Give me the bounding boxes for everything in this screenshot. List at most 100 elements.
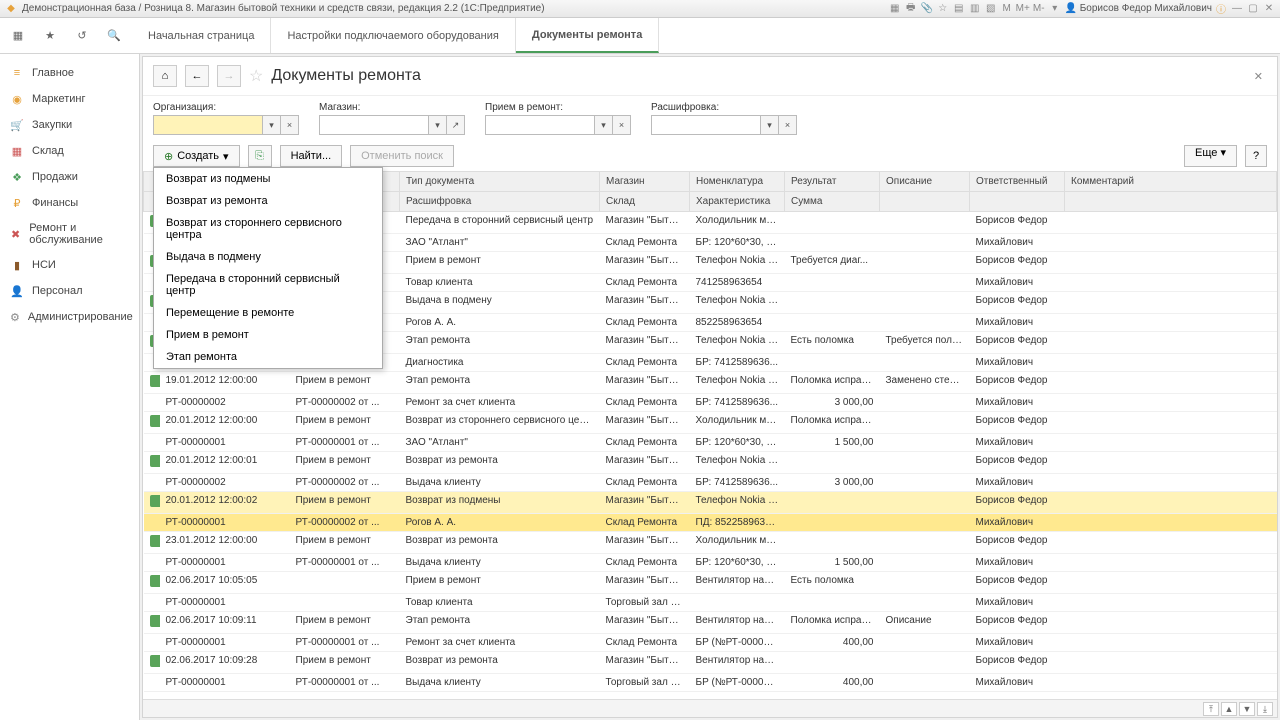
table-row[interactable]: РТ-00000001РТ-00000002 от ...Рогов А. А.…: [144, 514, 1277, 532]
filter-decode-dropdown[interactable]: ▾: [761, 115, 779, 135]
maximize-icon[interactable]: ▢: [1246, 2, 1260, 16]
sidebar-item-4[interactable]: ❖Продажи: [0, 164, 139, 190]
grid-icon[interactable]: ▦: [888, 2, 902, 16]
filter-intake-label: Прием в ремонт:: [485, 102, 631, 113]
dropdown-item-5[interactable]: Перемещение в ремонте: [154, 302, 382, 324]
filter-intake-dropdown[interactable]: ▾: [595, 115, 613, 135]
dropdown-item-0[interactable]: Возврат из подмены: [154, 168, 382, 190]
m-minus-icon[interactable]: M-: [1032, 2, 1046, 16]
sidebar-item-1[interactable]: ◉Маркетинг: [0, 86, 139, 112]
filter-org-clear[interactable]: ×: [281, 115, 299, 135]
sidebar-item-2[interactable]: 🛒Закупки: [0, 112, 139, 138]
filter-shop-dropdown[interactable]: ▾: [429, 115, 447, 135]
dropdown-item-2[interactable]: Возврат из стороннего сервисного центра: [154, 212, 382, 246]
favorite-icon[interactable]: ★: [36, 22, 64, 50]
apps-icon[interactable]: ▦: [4, 22, 32, 50]
col-header-1-5[interactable]: Характеристика: [690, 192, 785, 212]
table-row[interactable]: РТ-00000002РТ-00000002 от ...Выдача клие…: [144, 474, 1277, 492]
history-icon[interactable]: ↺: [68, 22, 96, 50]
table-row[interactable]: 20.01.2012 12:00:01Прием в ремонтВозврат…: [144, 452, 1277, 474]
table-row[interactable]: РТ-00000001РТ-00000001 от ...Выдача клие…: [144, 674, 1277, 692]
sidebar-item-8[interactable]: 👤Персонал: [0, 278, 139, 304]
table-row[interactable]: 20.01.2012 12:00:00Прием в ремонтВозврат…: [144, 412, 1277, 434]
col-header-0-8[interactable]: Ответственный: [970, 172, 1065, 192]
sidebar-item-0[interactable]: ≡Главное: [0, 60, 139, 86]
table-row[interactable]: РТ-00000001РТ-00000001 от ...Выдача клие…: [144, 554, 1277, 572]
cancel-search-button[interactable]: Отменить поиск: [350, 145, 454, 167]
calendar-icon[interactable]: ▧: [984, 2, 998, 16]
dropdown-item-7[interactable]: Этап ремонта: [154, 346, 382, 368]
close-panel-icon[interactable]: ✕: [1250, 70, 1267, 83]
table-row[interactable]: 02.06.2017 10:05:05Прием в ремонтМагазин…: [144, 572, 1277, 594]
col-header-0-4[interactable]: Магазин: [600, 172, 690, 192]
clip-icon[interactable]: 📎: [920, 2, 934, 16]
col-header-1-6[interactable]: Сумма: [785, 192, 880, 212]
filter-decode-input[interactable]: [651, 115, 761, 135]
col-header-0-7[interactable]: Описание: [880, 172, 970, 192]
col-header-0-3[interactable]: Тип документа: [400, 172, 600, 192]
table-row[interactable]: РТ-00000001РТ-00000001 от ...Ремонт за с…: [144, 634, 1277, 652]
sidebar-item-6[interactable]: ✖Ремонт и обслуживание: [0, 216, 139, 252]
help-button[interactable]: ?: [1245, 145, 1267, 167]
col-header-1-7[interactable]: [880, 192, 970, 212]
sidebar-item-9[interactable]: ⚙Администрирование: [0, 304, 139, 330]
star-icon[interactable]: ☆: [936, 2, 950, 16]
titlebar: ◆ Демонстрационная база / Розница 8. Маг…: [0, 0, 1280, 18]
filter-org-dropdown[interactable]: ▾: [263, 115, 281, 135]
dropdown-item-1[interactable]: Возврат из ремонта: [154, 190, 382, 212]
star-outline-icon[interactable]: ☆: [249, 66, 263, 86]
m-plus-icon[interactable]: M+: [1016, 2, 1030, 16]
filter-shop-input[interactable]: [319, 115, 429, 135]
col-header-1-4[interactable]: Склад: [600, 192, 690, 212]
col-header-1-9[interactable]: [1065, 192, 1277, 212]
table-row[interactable]: 02.06.2017 10:09:28Прием в ремонтВозврат…: [144, 652, 1277, 674]
dropdown-item-3[interactable]: Выдача в подмену: [154, 246, 382, 268]
filter-intake-clear[interactable]: ×: [613, 115, 631, 135]
table-row[interactable]: РТ-00000001РТ-00000001 от ...ЗАО "Атлант…: [144, 434, 1277, 452]
filter-org-input[interactable]: [153, 115, 263, 135]
table-row[interactable]: 20.01.2012 12:00:02Прием в ремонтВозврат…: [144, 492, 1277, 514]
filter-decode-clear[interactable]: ×: [779, 115, 797, 135]
table-row[interactable]: РТ-00000002РТ-00000002 от ...Ремонт за с…: [144, 394, 1277, 412]
home-button[interactable]: ⌂: [153, 65, 177, 87]
col-header-0-5[interactable]: Номенклатура: [690, 172, 785, 192]
sidebar-item-3[interactable]: ▦Склад: [0, 138, 139, 164]
filter-shop-open[interactable]: ↗: [447, 115, 465, 135]
sidebar-item-5[interactable]: ₽Финансы: [0, 190, 139, 216]
table-row[interactable]: 02.06.2017 10:09:11Прием в ремонтЭтап ре…: [144, 612, 1277, 634]
col-header-1-3[interactable]: Расшифровка: [400, 192, 600, 212]
create-button[interactable]: ⊕ Создать ▾: [153, 145, 240, 167]
find-button[interactable]: Найти...: [280, 145, 343, 167]
col-header-0-9[interactable]: Комментарий: [1065, 172, 1277, 192]
search-icon[interactable]: 🔍: [100, 22, 128, 50]
table-row[interactable]: 19.01.2012 12:00:00Прием в ремонтЭтап ре…: [144, 372, 1277, 394]
scroll-down-icon[interactable]: ▼: [1239, 702, 1255, 716]
scroll-up-icon[interactable]: ▲: [1221, 702, 1237, 716]
scroll-bottom-icon[interactable]: ⤓: [1257, 702, 1273, 716]
chevron-icon[interactable]: ▾: [1048, 2, 1062, 16]
table-row[interactable]: 23.01.2012 12:00:00Прием в ремонтВозврат…: [144, 532, 1277, 554]
sidebar-item-7[interactable]: ▮НСИ: [0, 252, 139, 278]
back-button[interactable]: ←: [185, 65, 209, 87]
info-icon[interactable]: ⓘ: [1214, 2, 1228, 16]
m-icon[interactable]: M: [1000, 2, 1014, 16]
col-header-0-6[interactable]: Результат: [785, 172, 880, 192]
more-button[interactable]: Еще ▾: [1184, 145, 1237, 167]
copy-button[interactable]: ⎘: [248, 145, 272, 167]
tab-start[interactable]: Начальная страница: [132, 18, 271, 53]
minimize-icon[interactable]: —: [1230, 2, 1244, 16]
tab-settings[interactable]: Настройки подключаемого оборудования: [271, 18, 515, 53]
dropdown-item-6[interactable]: Прием в ремонт: [154, 324, 382, 346]
close-icon[interactable]: ✕: [1262, 2, 1276, 16]
col-header-1-8[interactable]: [970, 192, 1065, 212]
forward-button[interactable]: →: [217, 65, 241, 87]
print-icon[interactable]: 🖶: [904, 2, 918, 16]
dropdown-item-4[interactable]: Передача в сторонний сервисный центр: [154, 268, 382, 302]
table-row[interactable]: РТ-00000001Товар клиентаТорговый зал "Б.…: [144, 594, 1277, 612]
scroll-top-icon[interactable]: ⤒: [1203, 702, 1219, 716]
calc-icon[interactable]: ▤: [952, 2, 966, 16]
document-icon: [150, 655, 160, 667]
filter-intake-input[interactable]: [485, 115, 595, 135]
chart-icon[interactable]: ▥: [968, 2, 982, 16]
tab-docs[interactable]: Документы ремонта: [516, 18, 659, 53]
